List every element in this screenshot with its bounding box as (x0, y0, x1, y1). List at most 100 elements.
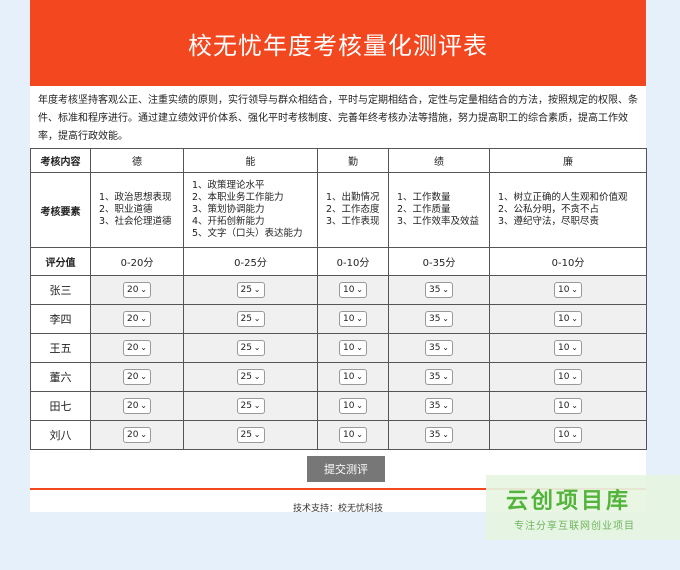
requirements-cell-lian: 1、树立正确的人生观和价值观 2、公私分明，不贪不占 3、遵纪守法，尽职尽责 (489, 172, 647, 248)
chevron-down-icon: ⌄ (140, 401, 147, 410)
score-select[interactable]: 10 ⌄ (339, 340, 367, 356)
score-range-qin: 0-10分 (317, 247, 389, 276)
score-cell: 10 ⌄ (317, 275, 389, 305)
score-select[interactable]: 20 ⌄ (123, 311, 151, 327)
score-cell: 10 ⌄ (489, 333, 647, 363)
score-cell: 25 ⌄ (183, 420, 318, 450)
score-select[interactable]: 10 ⌄ (339, 311, 367, 327)
score-select[interactable]: 10 ⌄ (339, 398, 367, 414)
score-range-row: 评分值 0-20分 0-25分 0-10分 0-35分 0-10分 (30, 247, 647, 276)
score-cell: 10 ⌄ (489, 275, 647, 305)
score-select-value: 10 (343, 372, 355, 382)
score-select[interactable]: 25 ⌄ (236, 340, 265, 356)
submit-button[interactable]: 提交测评 (307, 456, 385, 482)
score-select[interactable]: 20 ⌄ (123, 369, 151, 385)
chevron-down-icon: ⌄ (571, 430, 578, 439)
score-select[interactable]: 35 ⌄ (425, 398, 453, 414)
score-select[interactable]: 35 ⌄ (425, 369, 453, 385)
person-name: 田七 (30, 391, 91, 421)
column-header-lian: 廉 (489, 148, 647, 173)
score-select[interactable]: 10 ⌄ (554, 369, 582, 385)
score-select[interactable]: 20 ⌄ (123, 340, 151, 356)
score-select[interactable]: 35 ⌄ (425, 340, 453, 356)
score-select[interactable]: 10 ⌄ (339, 427, 367, 443)
score-cell: 25 ⌄ (183, 275, 318, 305)
score-select[interactable]: 10 ⌄ (554, 311, 582, 327)
score-select[interactable]: 25 ⌄ (236, 398, 265, 414)
chevron-down-icon: ⌄ (140, 430, 147, 439)
score-select[interactable]: 20 ⌄ (123, 398, 151, 414)
score-select-value: 20 (127, 314, 139, 324)
score-select[interactable]: 25 ⌄ (236, 369, 265, 385)
requirement-item: 1、工作数量 (397, 192, 451, 203)
score-select[interactable]: 10 ⌄ (554, 282, 582, 298)
chevron-down-icon: ⌄ (253, 343, 261, 352)
person-name: 董六 (30, 362, 91, 392)
corner-label: 考核内容 (30, 148, 91, 173)
score-cell: 10 ⌄ (317, 391, 389, 421)
score-select[interactable]: 10 ⌄ (339, 369, 367, 385)
requirements-cell-qin: 1、出勤情况 2、工作态度 3、工作表现 (317, 172, 389, 248)
score-cell: 35 ⌄ (388, 391, 490, 421)
score-cell: 25 ⌄ (183, 304, 318, 334)
score-cell: 10 ⌄ (489, 362, 647, 392)
score-select[interactable]: 10 ⌄ (554, 427, 582, 443)
requirement-item: 2、职业道德 (99, 204, 153, 215)
score-cell: 20 ⌄ (90, 420, 184, 450)
chevron-down-icon: ⌄ (442, 314, 449, 323)
chevron-down-icon: ⌄ (253, 430, 261, 439)
score-select-value: 10 (558, 285, 570, 295)
table-row: 田七 20 ⌄ 25 ⌄ 10 ⌄ 35 ⌄ 10 ⌄ (30, 391, 647, 421)
score-select[interactable]: 10 ⌄ (554, 398, 582, 414)
score-select[interactable]: 25 ⌄ (236, 427, 265, 443)
score-cell: 10 ⌄ (317, 333, 389, 363)
requirements-cell-de: 1、政治思想表现 2、职业道德 3、社会伦理道德 (90, 172, 184, 248)
score-cell: 10 ⌄ (317, 420, 389, 450)
table-row: 王五 20 ⌄ 25 ⌄ 10 ⌄ 35 ⌄ 10 ⌄ (30, 333, 647, 363)
score-cell: 10 ⌄ (317, 362, 389, 392)
score-select[interactable]: 20 ⌄ (123, 282, 151, 298)
column-header-qin: 勤 (317, 148, 389, 173)
score-select[interactable]: 35 ⌄ (425, 311, 453, 327)
score-cell: 25 ⌄ (183, 391, 318, 421)
requirement-item: 1、树立正确的人生观和价值观 (498, 192, 628, 203)
evaluation-table: 考核内容 德 能 勤 绩 廉 考核要素 1、政治思想表现 2、职业道德 3、社会… (30, 148, 647, 450)
score-select-value: 10 (558, 314, 570, 324)
score-select[interactable]: 25 ⌄ (236, 282, 265, 298)
score-cell: 10 ⌄ (489, 420, 647, 450)
score-select-value: 35 (429, 314, 441, 324)
score-select-value: 10 (558, 343, 570, 353)
score-cell: 10 ⌄ (489, 304, 647, 334)
score-select-value: 20 (127, 372, 139, 382)
chevron-down-icon: ⌄ (140, 372, 147, 381)
score-select[interactable]: 20 ⌄ (123, 427, 151, 443)
score-select-value: 10 (343, 285, 355, 295)
chevron-down-icon: ⌄ (571, 343, 578, 352)
requirement-item: 3、社会伦理道德 (99, 216, 172, 227)
score-select-value: 10 (343, 430, 355, 440)
score-cell: 20 ⌄ (90, 304, 184, 334)
score-select[interactable]: 35 ⌄ (425, 427, 453, 443)
requirement-item: 2、工作质量 (397, 204, 451, 215)
requirements-label: 考核要素 (30, 172, 91, 248)
score-select[interactable]: 10 ⌄ (339, 282, 367, 298)
chevron-down-icon: ⌄ (442, 285, 449, 294)
score-cell: 35 ⌄ (388, 362, 490, 392)
score-select-value: 20 (127, 285, 139, 295)
score-cell: 35 ⌄ (388, 420, 490, 450)
score-cell: 10 ⌄ (489, 391, 647, 421)
chevron-down-icon: ⌄ (140, 285, 147, 294)
score-select-value: 25 (240, 372, 252, 382)
score-select-value: 25 (240, 314, 252, 324)
score-select-value: 10 (558, 372, 570, 382)
chevron-down-icon: ⌄ (571, 401, 578, 410)
person-name: 张三 (30, 275, 91, 305)
score-cell: 25 ⌄ (183, 333, 318, 363)
score-select[interactable]: 35 ⌄ (425, 282, 453, 298)
score-select[interactable]: 25 ⌄ (236, 311, 265, 327)
score-select[interactable]: 10 ⌄ (554, 340, 582, 356)
score-cell: 25 ⌄ (183, 362, 318, 392)
chevron-down-icon: ⌄ (442, 401, 449, 410)
requirement-item: 2、本职业务工作能力 (192, 192, 284, 203)
chevron-down-icon: ⌄ (442, 430, 449, 439)
